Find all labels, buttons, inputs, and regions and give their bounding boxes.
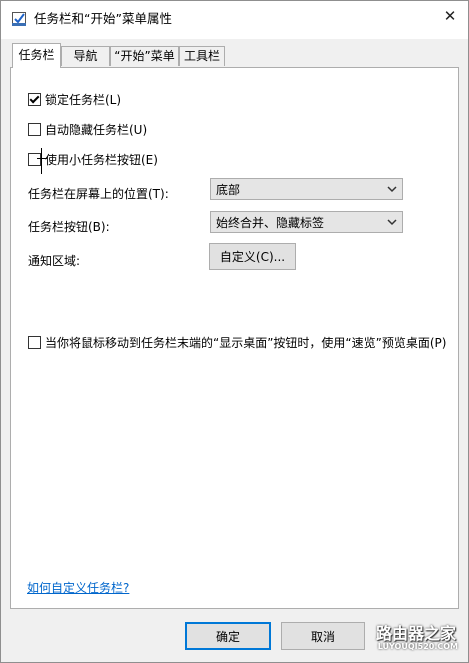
watermark-url: LUYOUQI520.COM <box>377 642 458 651</box>
lock-taskbar-checkbox[interactable]: 锁定任务栏(L) <box>28 91 121 108</box>
lock-taskbar-label: 锁定任务栏(L) <box>45 93 122 107</box>
ok-button[interactable]: 确定 <box>185 622 271 650</box>
buttons-combine-select[interactable]: 始终合并、隐藏标签 <box>210 211 403 233</box>
help-link[interactable]: 如何自定义任务栏? <box>27 579 129 596</box>
tab-label: “开始”菜单 <box>114 49 175 63</box>
buttons-combine-label: 任务栏按钮(B): <box>28 220 110 234</box>
text-cursor <box>41 148 42 174</box>
close-button[interactable]: ✕ <box>434 3 466 29</box>
tab-navigation[interactable]: 导航 <box>61 46 110 66</box>
position-label: 任务栏在屏幕上的位置(T): <box>28 187 169 201</box>
cancel-label: 取消 <box>310 629 335 644</box>
notification-area-label: 通知区域: <box>28 254 81 268</box>
tab-label: 任务栏 <box>18 48 55 62</box>
site-watermark: 路由器之家 LUYOUQI520.COM <box>344 620 464 656</box>
tab-toolbars[interactable]: 工具栏 <box>179 46 225 66</box>
peek-checkbox[interactable]: 当你将鼠标移动到任务栏末端的“显示桌面”按钮时，使用“速览”预览桌面(P) <box>28 334 446 351</box>
customize-notification-button[interactable]: 自定义(C)... <box>209 243 296 270</box>
position-value: 底部 <box>216 182 241 197</box>
tab-label: 工具栏 <box>183 49 220 63</box>
buttons-combine-value: 始终合并、隐藏标签 <box>216 215 325 230</box>
chevron-down-icon <box>387 216 397 228</box>
title-bar[interactable]: 任务栏和“开始”菜单属性 ✕ <box>1 1 468 39</box>
taskbar-properties-icon <box>11 11 27 27</box>
window-title: 任务栏和“开始”菜单属性 <box>34 11 172 26</box>
text-cursor-bar <box>37 158 47 159</box>
small-buttons-checkbox[interactable]: 使用小任务栏按钮(E) <box>28 151 158 168</box>
tab-start-menu[interactable]: “开始”菜单 <box>110 46 179 66</box>
peek-label: 当你将鼠标移动到任务栏末端的“显示桌面”按钮时，使用“速览”预览桌面(P) <box>45 336 447 350</box>
tab-taskbar[interactable]: 任务栏 <box>12 43 61 68</box>
checkbox-box[interactable] <box>28 93 41 106</box>
position-select[interactable]: 底部 <box>210 178 403 200</box>
checkbox-box[interactable] <box>28 153 41 166</box>
customize-button-label: 自定义(C)... <box>219 250 286 264</box>
checkbox-box[interactable] <box>28 336 41 349</box>
watermark-text: 路由器之家 <box>375 624 456 643</box>
small-buttons-label: 使用小任务栏按钮(E) <box>45 153 158 167</box>
tab-label: 导航 <box>73 49 98 63</box>
auto-hide-label: 自动隐藏任务栏(U) <box>45 123 148 137</box>
close-icon: ✕ <box>443 7 457 25</box>
ok-label: 确定 <box>215 629 240 644</box>
checkbox-box[interactable] <box>28 123 41 136</box>
properties-dialog: 任务栏和“开始”菜单属性 ✕ 任务栏 导航 “开始”菜单 工具栏 锁定任务栏(L… <box>0 0 469 663</box>
chevron-down-icon <box>387 183 397 195</box>
auto-hide-checkbox[interactable]: 自动隐藏任务栏(U) <box>28 121 147 138</box>
